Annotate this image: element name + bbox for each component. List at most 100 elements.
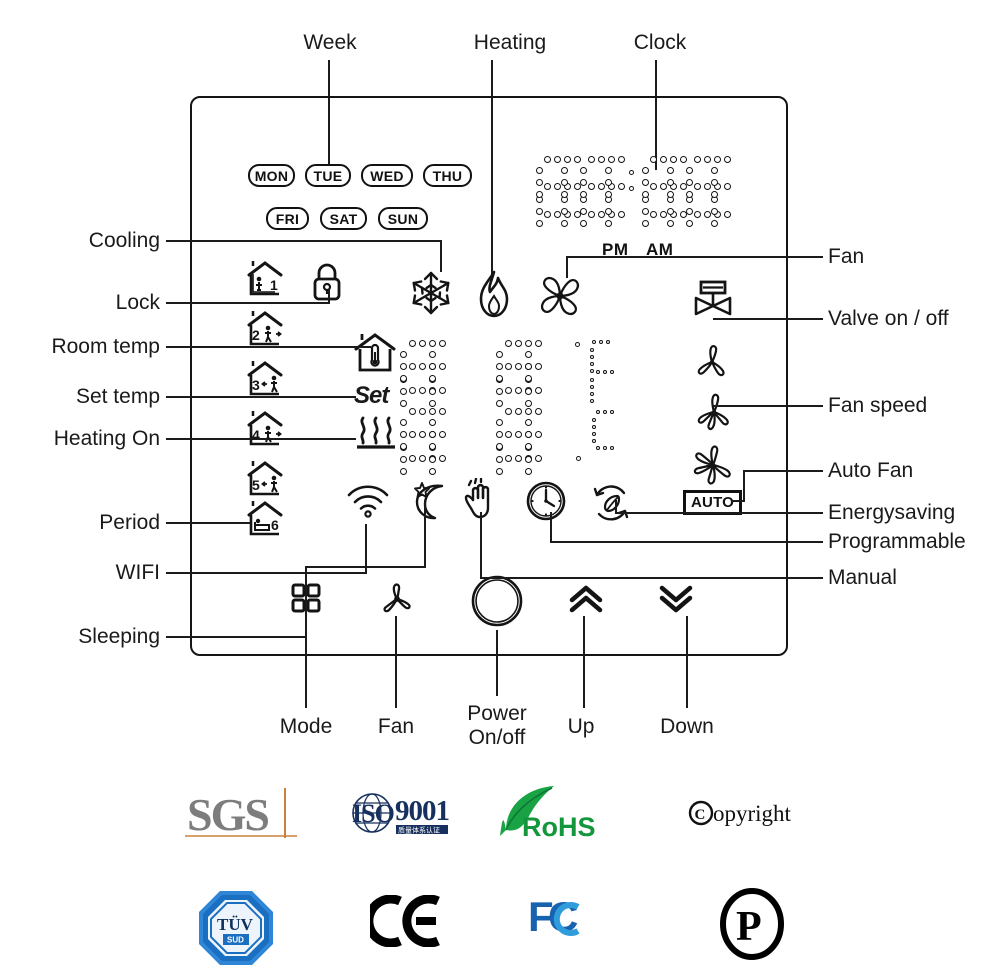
- matrix-dot: [418, 363, 426, 370]
- leader-power-v: [496, 630, 498, 696]
- matrix-dot: [428, 408, 436, 415]
- fan-speed-high-icon: [686, 438, 740, 497]
- callout-label-auto-fan: Auto Fan: [828, 459, 914, 482]
- matrix-dot: [642, 220, 649, 227]
- matrix-dot: [553, 156, 561, 163]
- matrix-dot: [534, 363, 542, 370]
- heat-waves-icon: [352, 412, 400, 457]
- matrix-dot: [525, 431, 532, 438]
- matrix-dot: [534, 387, 542, 394]
- leader-sleeping-h2: [305, 566, 425, 568]
- matrix-dot: [659, 183, 667, 190]
- matrix-dot: [400, 431, 407, 438]
- callout-label-heating: Heating: [473, 31, 547, 54]
- matrix-dot: [686, 167, 693, 174]
- matrix-dot: [536, 191, 543, 198]
- dot-matrix-digit: [400, 340, 446, 407]
- unit-dot: [599, 340, 603, 344]
- svg-text:5: 5: [252, 477, 260, 493]
- unit-dot: [606, 340, 610, 344]
- unit-dot: [596, 410, 600, 414]
- matrix-dot: [514, 408, 522, 415]
- fcc-logo: F C: [528, 893, 600, 950]
- svg-text:6: 6: [271, 517, 279, 533]
- svg-text:P: P: [736, 904, 762, 950]
- leader-period: [166, 522, 251, 524]
- matrix-dot: [642, 179, 649, 186]
- wifi-icon: [345, 480, 391, 525]
- matrix-dot: [597, 156, 605, 163]
- callout-label-lock: Lock: [115, 291, 160, 314]
- svg-text:TÜV: TÜV: [217, 915, 254, 934]
- matrix-dot: [617, 183, 625, 190]
- matrix-dot: [667, 179, 674, 186]
- matrix-dot: [429, 443, 436, 450]
- matrix-dot: [711, 208, 718, 215]
- matrix-dot: [703, 156, 711, 163]
- matrix-dot: [429, 363, 436, 370]
- matrix-dot: [711, 191, 718, 198]
- matrix-dot: [409, 363, 416, 370]
- matrix-dot: [534, 340, 542, 347]
- matrix-dot: [409, 408, 416, 415]
- clock-colon-dot: [629, 186, 634, 191]
- matrix-dot: [667, 220, 674, 227]
- leader-down-v: [686, 616, 688, 708]
- svg-text:opyright: opyright: [713, 801, 792, 826]
- leader-fan-speed: [713, 405, 823, 407]
- iso9001-logo: ISO 9001 质量体系认证: [348, 788, 470, 845]
- matrix-dot: [496, 363, 503, 370]
- matrix-dot: [429, 400, 436, 407]
- unit-dot: [610, 410, 614, 414]
- matrix-dot: [536, 220, 543, 227]
- matrix-dot: [563, 156, 571, 163]
- matrix-dot: [723, 156, 731, 163]
- set-temp-label: Set: [354, 382, 389, 409]
- unit-dot: [592, 418, 596, 422]
- matrix-dot: [400, 363, 407, 370]
- unit-dot: [590, 378, 594, 382]
- fan-speed-mid-icon: [690, 388, 738, 441]
- matrix-dot: [580, 167, 587, 174]
- callout-label-period: Period: [99, 511, 160, 534]
- matrix-dot: [534, 431, 542, 438]
- temperature-display: [400, 334, 630, 475]
- matrix-dot: [561, 191, 568, 198]
- power-circle-icon[interactable]: [469, 573, 525, 634]
- matrix-dot: [536, 179, 543, 186]
- day-badge-sun: SUN: [378, 207, 428, 230]
- period-icon-4: 4: [245, 408, 285, 448]
- matrix-dot: [409, 387, 416, 394]
- matrix-dot: [514, 431, 522, 438]
- day-badge-tue: TUE: [305, 164, 351, 187]
- leader-heating-on: [166, 438, 356, 440]
- matrix-dot: [400, 456, 407, 463]
- fan-blade-icon[interactable]: [378, 580, 416, 623]
- unit-dot: [603, 370, 607, 374]
- callout-label-set-temp: Set temp: [75, 385, 160, 408]
- matrix-dot: [605, 167, 612, 174]
- matrix-dot: [650, 156, 657, 163]
- fan-pinwheel-icon: [534, 270, 586, 327]
- svg-text:4: 4: [252, 427, 260, 443]
- double-chevron-down-icon[interactable]: [656, 584, 696, 619]
- matrix-dot: [514, 387, 522, 394]
- matrix-dot: [505, 455, 512, 462]
- double-chevron-up-icon[interactable]: [566, 584, 606, 619]
- svg-text:2: 2: [252, 327, 260, 343]
- clock-display: [536, 152, 731, 230]
- snowflake-icon: [406, 268, 456, 323]
- matrix-dot: [605, 179, 612, 186]
- matrix-dot: [409, 340, 416, 347]
- unit-dot: [610, 446, 614, 450]
- svg-text:1: 1: [270, 277, 278, 293]
- copyright-logo: C opyright: [688, 797, 814, 836]
- lock-icon: [310, 262, 344, 307]
- leader-programmable-v: [550, 512, 552, 543]
- period-icon-1: 1: [245, 258, 285, 298]
- matrix-dot: [580, 191, 587, 198]
- leader-fan-v: [566, 256, 568, 278]
- matrix-dot: [429, 419, 436, 426]
- matrix-dot: [514, 363, 522, 370]
- callout-label-fan-speed: Fan speed: [828, 394, 928, 417]
